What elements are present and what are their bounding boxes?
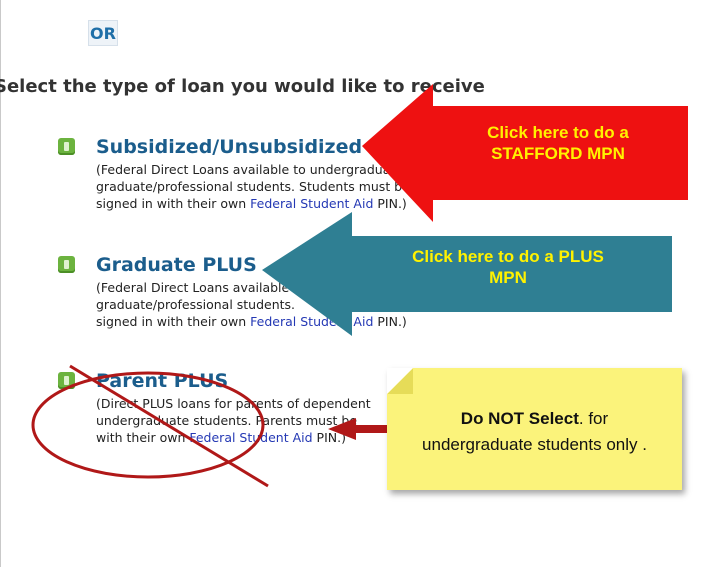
stafford-callout-text: Click here to do a STAFFORD MPN: [440, 122, 676, 164]
note-text: Do NOT Select. for undergraduate student…: [397, 406, 672, 458]
note-fold-shadow: [387, 368, 413, 394]
callout-line: MPN: [489, 268, 527, 287]
callout-line: Click here to do a: [487, 123, 629, 142]
note-bold-text: Do NOT Select: [460, 409, 579, 428]
plus-callout-text: Click here to do a PLUS MPN: [352, 246, 664, 288]
strike-line: [69, 364, 269, 488]
note-text-part: . for: [578, 409, 609, 428]
note-pointer-arrow: [328, 418, 390, 440]
callout-line: Click here to do a PLUS: [412, 247, 604, 266]
warning-sticky-note: Do NOT Select. for undergraduate student…: [387, 368, 682, 490]
note-text-part: undergraduate students only .: [422, 435, 647, 454]
callout-line: STAFFORD MPN: [491, 144, 625, 163]
